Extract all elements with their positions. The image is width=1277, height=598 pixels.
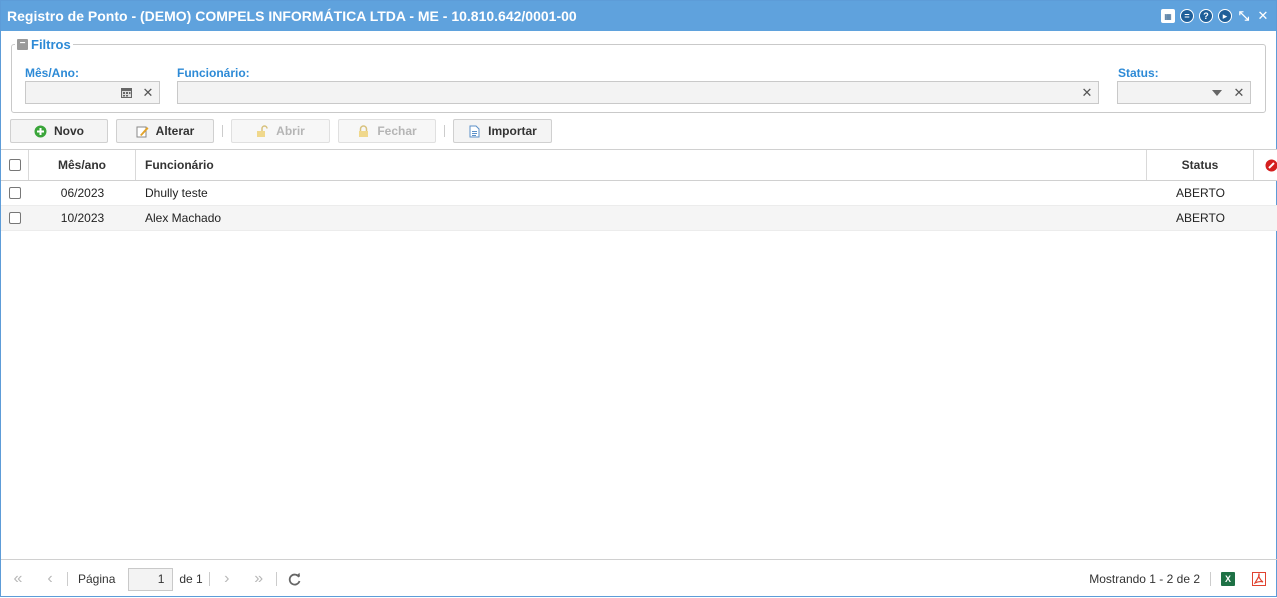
novo-button-label: Novo bbox=[54, 124, 84, 138]
select-all-cell bbox=[1, 150, 29, 180]
row-checkbox[interactable] bbox=[9, 212, 21, 224]
calendar-picker-icon[interactable] bbox=[115, 82, 137, 103]
column-mes-ano[interactable]: Mês/ano bbox=[29, 150, 136, 180]
row-funcionario: Dhully teste bbox=[136, 181, 1147, 205]
add-icon bbox=[34, 125, 47, 138]
mes-ano-field[interactable]: ✕ bbox=[25, 81, 160, 104]
clear-funcionario-icon[interactable]: ✕ bbox=[1076, 82, 1098, 103]
minimize-circle-icon[interactable]: = bbox=[1180, 9, 1194, 23]
last-page-icon[interactable]: » bbox=[248, 570, 270, 588]
toolbar-separator bbox=[222, 125, 223, 137]
row-checkbox[interactable] bbox=[9, 187, 21, 199]
prev-page-icon[interactable]: ‹ bbox=[39, 570, 61, 588]
calendar-icon[interactable]: ▦ bbox=[1161, 9, 1175, 23]
row-status: ABERTO bbox=[1147, 206, 1254, 230]
filters-legend-label: Filtros bbox=[31, 37, 71, 52]
select-all-checkbox[interactable] bbox=[9, 159, 21, 171]
funcionario-input[interactable] bbox=[178, 82, 1076, 103]
filters-legend[interactable]: − Filtros bbox=[15, 37, 73, 52]
column-funcionario[interactable]: Funcionário bbox=[136, 150, 1147, 180]
action-toolbar: Novo Alterar Abrir Fechar Importar bbox=[10, 119, 552, 143]
abrir-button-label: Abrir bbox=[276, 124, 305, 138]
column-status-label: Status bbox=[1182, 158, 1219, 172]
novo-button[interactable]: Novo bbox=[10, 119, 108, 143]
table-row[interactable]: 06/2023 Dhully teste ABERTO bbox=[1, 181, 1277, 206]
row-mes-ano: 10/2023 bbox=[29, 206, 136, 230]
clear-mes-ano-icon[interactable]: ✕ bbox=[137, 82, 159, 103]
chevron-down-icon[interactable] bbox=[1206, 82, 1228, 103]
window-titlebar: Registro de Ponto - (DEMO) COMPELS INFOR… bbox=[1, 1, 1276, 31]
toolbar-separator bbox=[444, 125, 445, 137]
pdf-export-icon[interactable] bbox=[1252, 572, 1266, 586]
close-icon[interactable]: ✕ bbox=[1256, 9, 1270, 23]
row-select-cell bbox=[1, 206, 29, 230]
row-funcionario: Alex Machado bbox=[136, 206, 1147, 230]
unlock-icon bbox=[256, 125, 269, 138]
refresh-icon[interactable] bbox=[287, 572, 302, 587]
collapse-minus-icon[interactable]: − bbox=[17, 39, 28, 50]
fechar-button[interactable]: Fechar bbox=[338, 119, 436, 143]
page-label: Página bbox=[78, 572, 115, 586]
window-tools: ▦ = ? ▸ ⤡ ✕ bbox=[1161, 9, 1270, 23]
pager-separator bbox=[1210, 572, 1211, 586]
abrir-button[interactable]: Abrir bbox=[231, 119, 330, 143]
alterar-button[interactable]: Alterar bbox=[116, 119, 214, 143]
window-title: Registro de Ponto - (DEMO) COMPELS INFOR… bbox=[7, 8, 1161, 24]
clear-status-icon[interactable]: ✕ bbox=[1228, 82, 1250, 103]
collapse-icon[interactable]: ⤡ bbox=[1237, 9, 1251, 23]
pagination-bar: « ‹ Página 1 de 1 › » Mostrando 1 - 2 de… bbox=[1, 559, 1277, 598]
row-mes-ano: 06/2023 bbox=[29, 181, 136, 205]
pager-summary: Mostrando 1 - 2 de 2 bbox=[1089, 572, 1200, 586]
help-icon[interactable]: ? bbox=[1199, 9, 1213, 23]
pager-separator bbox=[276, 572, 277, 586]
column-mes-ano-label: Mês/ano bbox=[58, 158, 106, 172]
pager-separator bbox=[67, 572, 68, 586]
column-status[interactable]: Status bbox=[1147, 150, 1254, 180]
first-page-icon[interactable]: « bbox=[7, 570, 29, 588]
column-actions bbox=[1254, 150, 1277, 180]
funcionario-label: Funcionário: bbox=[177, 66, 250, 80]
excel-export-icon[interactable]: X bbox=[1221, 572, 1235, 586]
play-icon[interactable]: ▸ bbox=[1218, 9, 1232, 23]
no-entry-icon[interactable] bbox=[1265, 159, 1277, 172]
pager-separator bbox=[209, 572, 210, 586]
mes-ano-label: Mês/Ano: bbox=[25, 66, 79, 80]
row-status: ABERTO bbox=[1147, 181, 1254, 205]
importar-button[interactable]: Importar bbox=[453, 119, 552, 143]
grid-header: Mês/ano Funcionário Status bbox=[1, 149, 1277, 181]
status-input[interactable] bbox=[1118, 82, 1206, 103]
status-label: Status: bbox=[1118, 66, 1159, 80]
registro-ponto-window: Registro de Ponto - (DEMO) COMPELS INFOR… bbox=[0, 0, 1277, 597]
funcionario-field[interactable]: ✕ bbox=[177, 81, 1099, 104]
alterar-button-label: Alterar bbox=[156, 124, 195, 138]
next-page-icon[interactable]: › bbox=[216, 570, 238, 588]
document-icon bbox=[468, 125, 481, 138]
importar-button-label: Importar bbox=[488, 124, 537, 138]
column-funcionario-label: Funcionário bbox=[145, 158, 214, 172]
status-select[interactable]: ✕ bbox=[1117, 81, 1251, 104]
registros-grid: Mês/ano Funcionário Status 06/2023 Dhull… bbox=[1, 149, 1277, 231]
table-row[interactable]: 10/2023 Alex Machado ABERTO bbox=[1, 206, 1277, 231]
page-of-label: de 1 bbox=[179, 572, 202, 586]
page-number-input[interactable]: 1 bbox=[128, 568, 173, 591]
edit-icon bbox=[136, 125, 149, 138]
fechar-button-label: Fechar bbox=[377, 124, 416, 138]
lock-icon bbox=[357, 125, 370, 138]
row-select-cell bbox=[1, 181, 29, 205]
mes-ano-input[interactable] bbox=[26, 82, 115, 103]
